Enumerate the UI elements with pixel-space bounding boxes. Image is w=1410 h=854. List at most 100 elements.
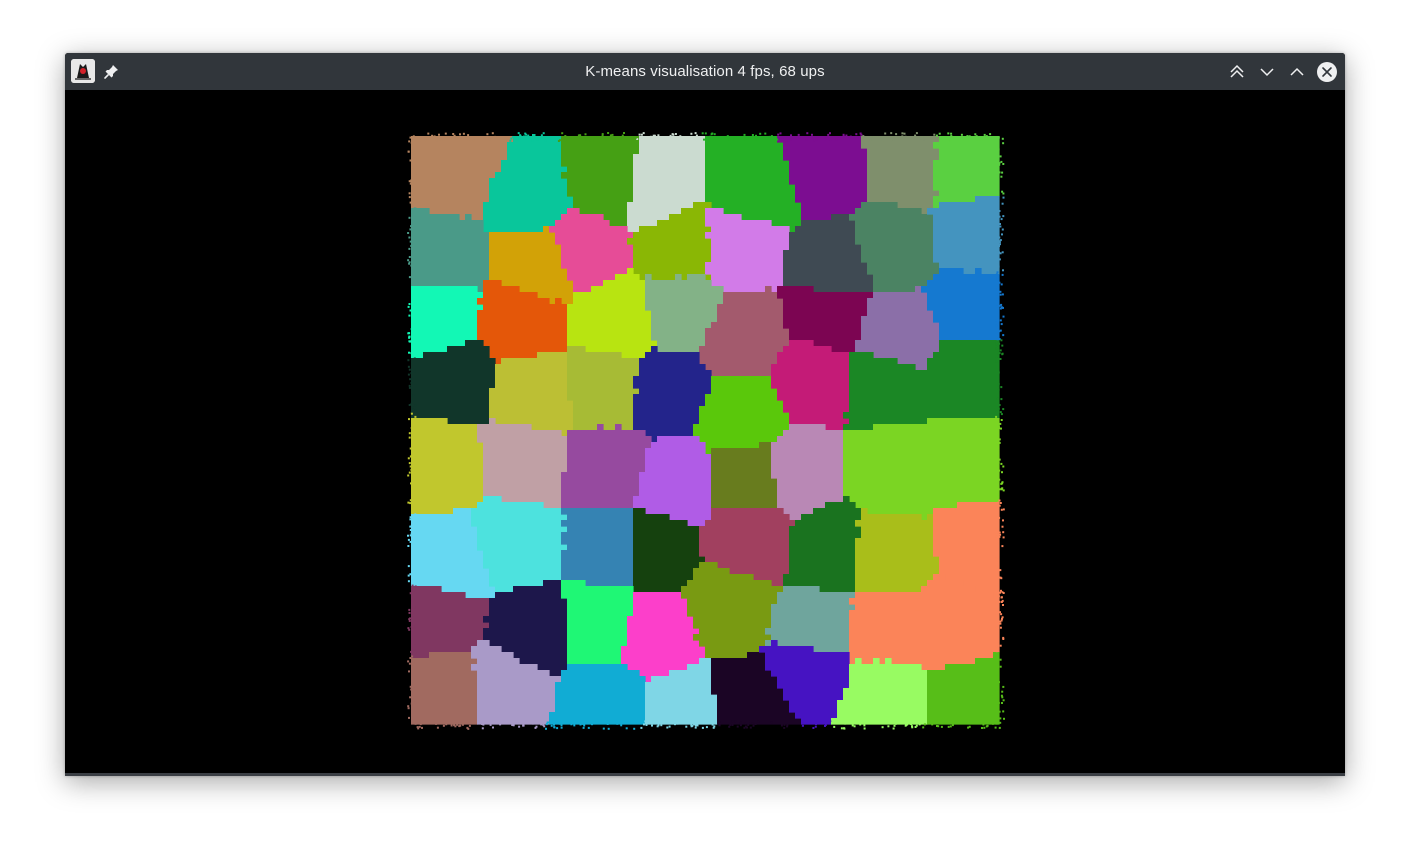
edge-point (407, 365, 410, 368)
edge-point (467, 722, 470, 725)
edge-point (1000, 601, 1003, 603)
edge-point (414, 302, 417, 305)
edge-point (413, 288, 416, 291)
edge-point (412, 394, 415, 397)
edge-point (999, 721, 1002, 724)
visualisation-canvas[interactable] (65, 90, 1345, 776)
edge-point (718, 138, 721, 141)
kmeans-cluster-plot (407, 132, 1005, 730)
edge-point (408, 471, 411, 474)
edge-point (407, 305, 410, 308)
edge-point (844, 722, 847, 725)
edge-point (685, 136, 687, 139)
window-bottom-border (65, 773, 1345, 776)
edge-point (999, 626, 1002, 629)
edge-point (997, 425, 1000, 428)
edge-point (903, 132, 906, 135)
edge-point (407, 232, 410, 234)
edge-point (410, 702, 413, 705)
edge-point (410, 381, 413, 384)
edge-point (901, 132, 904, 135)
edge-point (998, 338, 1001, 340)
cluster-46 (855, 508, 940, 593)
edge-point (1001, 545, 1004, 548)
edge-point (651, 724, 653, 727)
edge-point (727, 136, 729, 139)
edge-point (698, 721, 701, 724)
edge-point (408, 462, 411, 465)
edge-point (751, 134, 754, 136)
edge-point (999, 155, 1002, 158)
cluster-points (561, 424, 652, 509)
title-bar[interactable]: K-means visualisation 4 fps, 68 ups (65, 53, 1345, 90)
edge-point (892, 727, 895, 730)
edge-point (995, 601, 998, 604)
edge-point (713, 139, 716, 141)
edge-point (995, 324, 998, 327)
edge-point (445, 723, 448, 726)
close-icon[interactable] (1316, 61, 1338, 83)
edge-point (410, 650, 413, 653)
edge-point (606, 136, 608, 139)
edge-point (482, 721, 484, 724)
edge-point (1002, 163, 1005, 165)
edge-point (996, 305, 998, 308)
edge-point (413, 370, 416, 373)
edge-point (407, 359, 410, 362)
cluster-points (411, 208, 490, 293)
edge-point (999, 319, 1002, 322)
edge-point (652, 720, 655, 723)
edge-point (744, 138, 747, 141)
minimize-icon[interactable] (1256, 61, 1278, 83)
edge-point (407, 660, 410, 663)
keep-above-icon[interactable] (1226, 61, 1248, 83)
edge-point (414, 454, 417, 457)
edge-point (569, 137, 572, 140)
edge-point (645, 724, 648, 726)
edge-point (412, 388, 415, 391)
edge-point (414, 642, 416, 645)
edge-point (1001, 352, 1004, 355)
edge-point (518, 725, 521, 728)
edge-point (442, 139, 445, 141)
edge-point (995, 702, 997, 705)
edge-point (998, 245, 1000, 247)
edge-point (1002, 196, 1005, 199)
edge-point (1000, 339, 1003, 342)
edge-point (412, 530, 415, 533)
edge-point (833, 725, 836, 728)
edge-point (997, 675, 1000, 678)
edge-point (409, 592, 412, 595)
edge-point (695, 724, 697, 727)
cluster-39 (927, 418, 1000, 509)
edge-point (649, 135, 652, 138)
edge-point (414, 409, 417, 412)
edge-point (411, 643, 414, 646)
edge-point (536, 138, 539, 141)
edge-point (414, 172, 417, 175)
edge-point (410, 244, 413, 247)
edge-point (996, 276, 999, 279)
edge-point (909, 137, 911, 140)
edge-point (438, 133, 440, 136)
edge-point (901, 135, 904, 138)
edge-point (497, 137, 500, 140)
edge-point (625, 727, 628, 730)
edge-point (998, 600, 1001, 603)
maximize-icon[interactable] (1286, 61, 1308, 83)
edge-point (716, 136, 719, 139)
window-title: K-means visualisation 4 fps, 68 ups (585, 63, 825, 80)
edge-point (408, 418, 410, 421)
edge-point (1000, 508, 1003, 511)
edge-point (531, 722, 534, 725)
edge-point (843, 727, 845, 730)
edge-point (840, 727, 843, 730)
edge-point (409, 136, 412, 139)
edge-point (997, 382, 1000, 385)
edge-point (408, 261, 411, 264)
cluster-points (765, 586, 856, 653)
edge-point (734, 720, 737, 723)
edge-point (577, 134, 580, 137)
edge-point (674, 133, 677, 135)
edge-point (413, 505, 416, 508)
